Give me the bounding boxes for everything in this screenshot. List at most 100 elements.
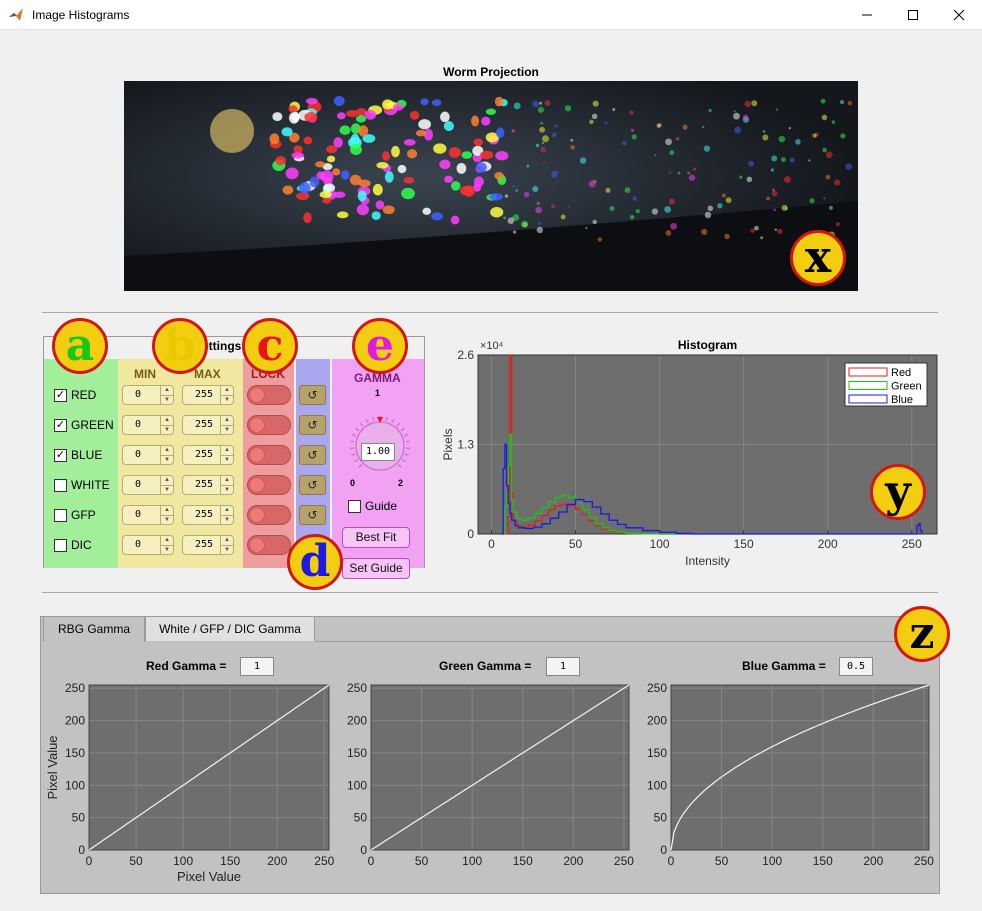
white-max-spinner[interactable]: 255 ▲ ▼ xyxy=(182,475,234,495)
worm-nucleus xyxy=(760,236,764,240)
green-min-spinner[interactable]: 0 ▲ ▼ xyxy=(122,415,174,435)
guide-checkbox-row[interactable]: Guide xyxy=(348,499,397,513)
spin-down-icon[interactable]: ▼ xyxy=(161,545,173,555)
min-value[interactable]: 0 xyxy=(123,476,160,494)
channel-checkbox-gfp[interactable]: GFP xyxy=(54,508,96,522)
spin-up-icon[interactable]: ▲ xyxy=(221,416,233,425)
spin-up-icon[interactable]: ▲ xyxy=(221,536,233,545)
white-min-spinner[interactable]: 0 ▲ ▼ xyxy=(122,475,174,495)
guide-checkbox[interactable] xyxy=(348,499,361,513)
red-reset-button[interactable]: ↺ xyxy=(299,385,326,405)
green-reset-button[interactable]: ↺ xyxy=(299,415,326,435)
gamma-value-box[interactable]: 1.00 xyxy=(361,443,395,461)
spin-up-icon[interactable]: ▲ xyxy=(161,446,173,455)
spin-down-icon[interactable]: ▼ xyxy=(221,425,233,435)
spin-up-icon[interactable]: ▲ xyxy=(161,536,173,545)
red-min-spinner[interactable]: 0 ▲ ▼ xyxy=(122,385,174,405)
max-value[interactable]: 255 xyxy=(183,476,220,494)
gfp-min-spinner[interactable]: 0 ▲ ▼ xyxy=(122,505,174,525)
spin-up-icon[interactable]: ▲ xyxy=(161,416,173,425)
gamma-tick-left: 0 xyxy=(350,478,356,488)
blue-reset-button[interactable]: ↺ xyxy=(299,445,326,465)
blue-lock-toggle[interactable] xyxy=(247,445,291,465)
spin-up-icon[interactable]: ▲ xyxy=(161,476,173,485)
spin-down-icon[interactable]: ▼ xyxy=(221,515,233,525)
gfp-lock-toggle[interactable] xyxy=(247,505,291,525)
blue-max-spinner[interactable]: 255 ▲ ▼ xyxy=(182,445,234,465)
dic-max-spinner[interactable]: 255 ▲ ▼ xyxy=(182,535,234,555)
dic-min-spinner[interactable]: 0 ▲ ▼ xyxy=(122,535,174,555)
reset-icon: ↺ xyxy=(307,448,318,462)
gamma-xtick-label: 200 xyxy=(267,854,287,868)
worm-nucleus xyxy=(448,147,461,158)
channel-checkbox-box[interactable]: ✓ xyxy=(54,388,67,402)
worm-nucleus xyxy=(774,228,778,231)
min-value[interactable]: 0 xyxy=(123,386,160,404)
channel-checkbox-dic[interactable]: DIC xyxy=(54,538,92,552)
maximize-button[interactable] xyxy=(890,0,936,30)
min-value[interactable]: 0 xyxy=(123,416,160,434)
min-value[interactable]: 0 xyxy=(123,446,160,464)
channel-checkbox-green[interactable]: ✓ GREEN xyxy=(54,418,114,432)
spin-down-icon[interactable]: ▼ xyxy=(221,485,233,495)
gfp-max-spinner[interactable]: 255 ▲ ▼ xyxy=(182,505,234,525)
worm-nucleus xyxy=(724,233,730,240)
channel-checkbox-blue[interactable]: ✓ BLUE xyxy=(54,448,102,462)
channel-checkbox-box[interactable] xyxy=(54,478,67,492)
dic-lock-toggle[interactable] xyxy=(247,535,291,555)
blue-gamma-value[interactable]: 0.5 xyxy=(839,657,873,676)
spin-down-icon[interactable]: ▼ xyxy=(161,485,173,495)
blue-min-spinner[interactable]: 0 ▲ ▼ xyxy=(122,445,174,465)
worm-nucleus xyxy=(537,106,544,113)
spin-down-icon[interactable]: ▼ xyxy=(161,515,173,525)
knob-tick xyxy=(358,464,362,468)
max-value[interactable]: 255 xyxy=(183,446,220,464)
worm-nucleus xyxy=(296,192,310,200)
channel-checkbox-red[interactable]: ✓ RED xyxy=(54,388,96,402)
spin-up-icon[interactable]: ▲ xyxy=(161,506,173,515)
channel-checkbox-box[interactable] xyxy=(54,508,67,522)
tab-white-gfp-dic-gamma[interactable]: White / GFP / DIC Gamma xyxy=(145,616,315,641)
max-value[interactable]: 255 xyxy=(183,386,220,404)
spin-up-icon[interactable]: ▲ xyxy=(221,446,233,455)
spin-down-icon[interactable]: ▼ xyxy=(221,455,233,465)
spin-up-icon[interactable]: ▲ xyxy=(161,386,173,395)
white-lock-toggle[interactable] xyxy=(247,475,291,495)
channel-checkbox-box[interactable]: ✓ xyxy=(54,418,67,432)
tab-rbg-gamma[interactable]: RBG Gamma xyxy=(43,616,145,642)
spin-up-icon[interactable]: ▲ xyxy=(221,386,233,395)
green-lock-toggle[interactable] xyxy=(247,415,291,435)
worm-nucleus xyxy=(592,219,597,225)
green-max-spinner[interactable]: 255 ▲ ▼ xyxy=(182,415,234,435)
min-value[interactable]: 0 xyxy=(123,506,160,524)
histogram-ytick-label: 2.6 xyxy=(457,348,474,362)
spin-down-icon[interactable]: ▼ xyxy=(161,455,173,465)
minimize-button[interactable] xyxy=(844,0,890,30)
set-guide-button[interactable]: Set Guide xyxy=(342,558,410,579)
worm-bright-blob xyxy=(210,109,254,153)
worm-nucleus xyxy=(418,119,431,130)
max-value[interactable]: 255 xyxy=(183,506,220,524)
spin-down-icon[interactable]: ▼ xyxy=(161,425,173,435)
best-fit-button[interactable]: Best Fit xyxy=(342,527,410,548)
spin-down-icon[interactable]: ▼ xyxy=(161,395,173,405)
channel-checkbox-box[interactable]: ✓ xyxy=(54,448,67,462)
red-max-spinner[interactable]: 255 ▲ ▼ xyxy=(182,385,234,405)
max-value[interactable]: 255 xyxy=(183,536,220,554)
red-gamma-value[interactable]: 1 xyxy=(240,657,274,676)
green-gamma-value[interactable]: 1 xyxy=(546,657,580,676)
min-value[interactable]: 0 xyxy=(123,536,160,554)
spin-up-icon[interactable]: ▲ xyxy=(221,506,233,515)
max-value[interactable]: 255 xyxy=(183,416,220,434)
histogram-legend: Red GreenBlue xyxy=(844,362,928,407)
spin-down-icon[interactable]: ▼ xyxy=(221,395,233,405)
close-button[interactable] xyxy=(936,0,982,30)
white-reset-button[interactable]: ↺ xyxy=(299,475,326,495)
channel-checkbox-white[interactable]: WHITE xyxy=(54,478,110,492)
gfp-reset-button[interactable]: ↺ xyxy=(299,505,326,525)
spin-down-icon[interactable]: ▼ xyxy=(221,545,233,555)
red-lock-toggle[interactable] xyxy=(247,385,291,405)
channel-checkbox-box[interactable] xyxy=(54,538,67,552)
spin-up-icon[interactable]: ▲ xyxy=(221,476,233,485)
green-gamma-label: Green Gamma = xyxy=(439,659,532,673)
